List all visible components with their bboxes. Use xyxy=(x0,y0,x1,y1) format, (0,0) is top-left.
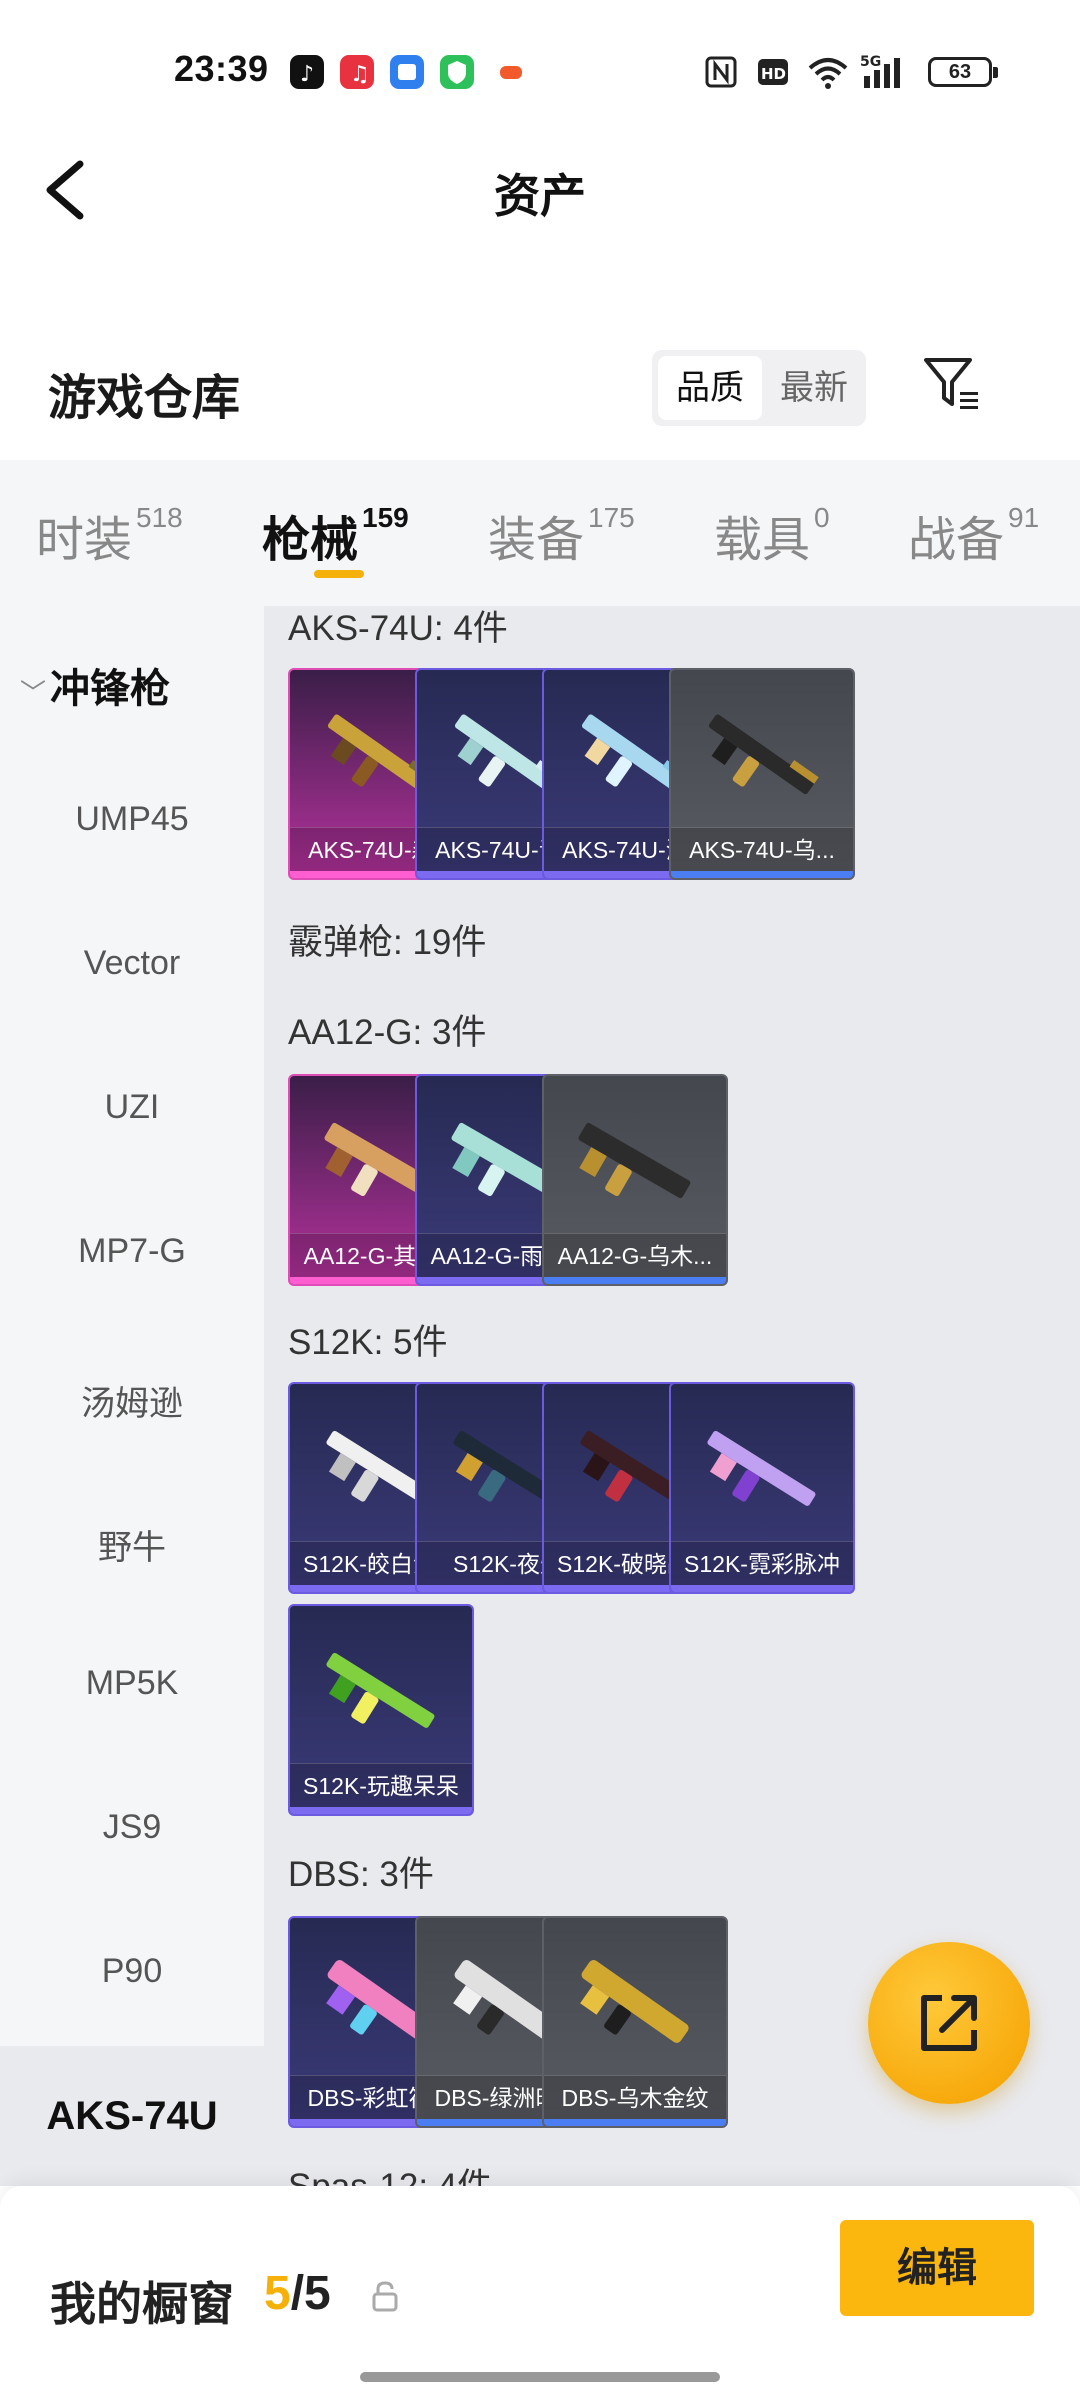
sidebar-item-p90[interactable]: P90 xyxy=(0,1952,264,1991)
rarity-bar xyxy=(671,871,853,878)
tiktok-icon: ♪ xyxy=(290,55,324,89)
group-title-aks74u: AKS-74U: 4件 xyxy=(288,609,508,648)
group-title-shotgun: 霰弹枪: 19件 xyxy=(288,923,487,962)
page-title: 资产 xyxy=(494,170,586,222)
nfc-icon xyxy=(705,56,737,88)
rarity-bar xyxy=(671,1585,853,1592)
sidebar-item-js9[interactable]: JS9 xyxy=(0,1808,264,1847)
weapon-card[interactable]: S12K-玩趣呆呆 xyxy=(288,1604,474,1816)
tab-label: 枪械 xyxy=(262,514,359,567)
weapon-card[interactable]: S12K-霓彩脉冲 xyxy=(669,1382,855,1594)
showcase-total: 5 xyxy=(304,2267,331,2320)
svg-text:♪: ♪ xyxy=(300,62,314,87)
tab-supplies[interactable]: 战备 91 xyxy=(908,500,1039,570)
weapon-name: S12K-玩趣呆呆 xyxy=(290,1763,472,1807)
window-app-icon xyxy=(390,55,424,89)
sidebar-item-bizon[interactable]: 野牛 xyxy=(0,1520,264,1569)
weapon-name: S12K-霓彩脉冲 xyxy=(671,1541,853,1585)
home-indicator[interactable] xyxy=(360,2372,720,2382)
weapon-name: DBS-乌木金纹 xyxy=(544,2075,726,2119)
tab-label: 装备 xyxy=(488,514,585,567)
weapon-name: AKS-74U-乌... xyxy=(671,827,853,871)
rifle-icon xyxy=(708,714,819,795)
tab-vehicles[interactable]: 载具 0 xyxy=(714,500,830,570)
edit-button[interactable]: 编辑 xyxy=(840,2220,1034,2316)
tab-count: 0 xyxy=(814,502,830,533)
chevron-down-icon: ﹀ xyxy=(20,677,47,708)
tab-equipment[interactable]: 装备 175 xyxy=(488,500,635,570)
weapon-name: AA12-G-乌木... xyxy=(544,1233,726,1277)
sidebar-item-mp7g[interactable]: MP7-G xyxy=(0,1232,264,1271)
network-type-label: 5G xyxy=(860,54,881,70)
sort-toggle: 品质 最新 xyxy=(652,350,866,426)
music-app-icon: ♫ xyxy=(340,55,374,89)
rarity-bar xyxy=(544,1277,726,1284)
group-title-dbs: DBS: 3件 xyxy=(288,1855,434,1894)
status-time: 23:39 xyxy=(174,48,269,89)
battery-indicator: 63 xyxy=(928,57,998,87)
tab-label: 载具 xyxy=(714,514,811,567)
group-title-s12k: S12K: 5件 xyxy=(288,1323,448,1362)
hd-icon: HD xyxy=(758,59,788,85)
group-title-spas12: Spas-12: 4件 xyxy=(288,2158,492,2186)
showcase-label: 我的橱窗 xyxy=(50,2278,234,2330)
shotgun-icon xyxy=(578,1122,691,1199)
tab-count: 159 xyxy=(362,502,409,533)
shotgun-icon xyxy=(707,1430,816,1506)
signal-icon: 5G xyxy=(860,54,900,88)
sort-quality-button[interactable]: 品质 xyxy=(658,356,762,420)
share-icon xyxy=(921,1995,977,2051)
shield-app-icon xyxy=(440,55,474,89)
weapon-card[interactable]: AA12-G-乌木... xyxy=(542,1074,728,1286)
tab-guns[interactable]: 枪械 159 xyxy=(262,500,409,570)
sidebar-category-smg[interactable]: ﹀冲锋枪 xyxy=(20,656,170,714)
weapon-card[interactable]: DBS-乌木金纹 xyxy=(542,1916,728,2128)
share-button[interactable] xyxy=(868,1942,1030,2104)
category-tabs: 时装 518 枪械 159 装备 175 载具 0 战备 91 xyxy=(0,460,1080,606)
group-title-aa12g: AA12-G: 3件 xyxy=(288,1013,487,1052)
tab-count: 518 xyxy=(136,502,183,533)
sidebar-item-ump45[interactable]: UMP45 xyxy=(0,800,264,839)
svg-text:HD: HD xyxy=(761,65,786,83)
showcase-count: 5/5 xyxy=(264,2266,331,2321)
weapon-card[interactable]: AKS-74U-乌... xyxy=(669,668,855,880)
sidebar-item-vector[interactable]: Vector xyxy=(0,944,264,983)
sidebar-item-mp5k[interactable]: MP5K xyxy=(0,1664,264,1703)
tab-label: 战备 xyxy=(908,514,1005,567)
svg-text:♫: ♫ xyxy=(350,62,370,87)
sidebar-item-aks74u[interactable]: AKS-74U xyxy=(0,2046,264,2186)
rarity-bar xyxy=(544,2119,726,2126)
wifi-icon xyxy=(808,58,848,89)
rarity-bar xyxy=(290,1807,472,1814)
shotgun-icon xyxy=(580,1959,689,2043)
sidebar-item-uzi[interactable]: UZI xyxy=(0,1088,264,1127)
tab-count: 91 xyxy=(1008,502,1040,533)
tab-label: 时装 xyxy=(36,514,133,567)
sidebar-item-thompson[interactable]: 汤姆逊 xyxy=(0,1376,264,1425)
warehouse-title: 游戏仓库 xyxy=(48,372,241,425)
sort-newest-button[interactable]: 最新 xyxy=(764,356,864,420)
active-tab-indicator xyxy=(314,570,364,578)
game-app-icon xyxy=(494,55,528,89)
showcase-separator: / xyxy=(290,2267,305,2320)
sidebar-category-label: 冲锋枪 xyxy=(50,667,170,711)
status-bar: 23:39 ♪ ♫ HD 5G 63 xyxy=(0,0,1080,140)
lock-icon xyxy=(372,2281,398,2312)
tab-fashion[interactable]: 时装 518 xyxy=(36,500,183,570)
showcase-current: 5 xyxy=(264,2267,291,2320)
weapon-sidebar: ﹀冲锋枪 UMP45 Vector UZI MP7-G 汤姆逊 野牛 MP5K … xyxy=(0,606,264,2186)
tab-count: 175 xyxy=(588,502,635,533)
filter-icon[interactable] xyxy=(920,352,984,416)
showcase-bar: 我的橱窗 5/5 编辑 xyxy=(0,2186,1080,2400)
shotgun-icon xyxy=(326,1652,435,1728)
